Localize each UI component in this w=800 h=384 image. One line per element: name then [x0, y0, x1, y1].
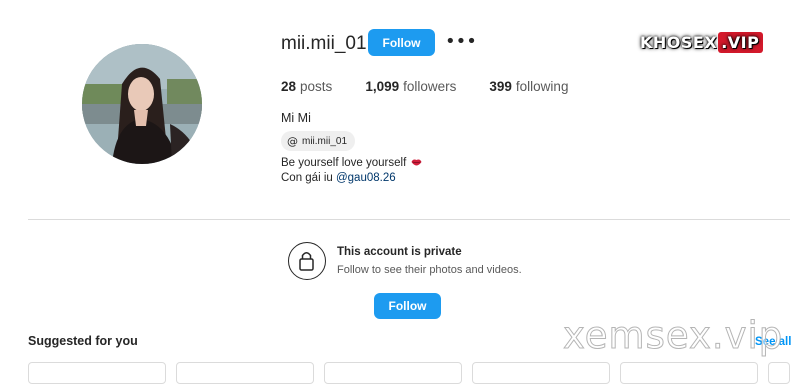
watermark-text: KHOSEX [640, 32, 718, 52]
watermark-bottom: xemsex.vip [562, 314, 784, 358]
profile-stats: 28 posts 1,099 followers 399 following [281, 79, 601, 94]
profile-avatar[interactable] [82, 44, 202, 164]
lock-icon [288, 242, 326, 280]
private-title: This account is private [337, 246, 462, 258]
following-link[interactable]: 399 following [489, 79, 568, 94]
profile-full-name: Mi Mi [281, 111, 311, 125]
bio-line-2: Con gái iu @gau08.26 [281, 172, 396, 184]
section-divider [28, 219, 790, 220]
following-label: following [515, 79, 569, 94]
bio-line-1: Be yourself love yourself [281, 157, 422, 169]
suggested-card[interactable] [620, 362, 758, 384]
bio-mention-link[interactable]: @gau08.26 [336, 172, 396, 184]
follow-button-secondary[interactable]: Follow [374, 293, 441, 319]
posts-value: 28 [281, 79, 297, 94]
suggested-card[interactable] [28, 362, 166, 384]
followers-link[interactable]: 1,099 followers [365, 79, 456, 94]
suggested-title: Suggested for you [28, 334, 138, 348]
lips-emoji-icon [411, 157, 422, 169]
threads-handle: mii.mii_01 [302, 135, 348, 147]
profile-username: mii.mii_01 [281, 33, 367, 54]
suggested-card[interactable] [324, 362, 462, 384]
bio-text-1: Be yourself love yourself [281, 157, 407, 169]
bio-text-2: Con gái iu [281, 172, 336, 184]
suggested-card[interactable] [768, 362, 790, 384]
threads-icon: @ [287, 134, 298, 148]
followers-label: followers [403, 79, 457, 94]
watermark-logo: KHOSEX .VIP [640, 28, 764, 56]
suggested-card[interactable] [176, 362, 314, 384]
posts-count: 28 posts [281, 79, 332, 94]
threads-badge[interactable]: @ mii.mii_01 [281, 131, 356, 151]
posts-label: posts [300, 79, 333, 94]
following-value: 399 [489, 79, 512, 94]
profile-photo [82, 44, 202, 164]
private-subtitle: Follow to see their photos and videos. [337, 264, 522, 276]
suggested-card[interactable] [472, 362, 610, 384]
watermark-vip: .VIP [718, 31, 764, 53]
more-options-icon[interactable]: ••• [445, 33, 477, 51]
followers-value: 1,099 [365, 79, 400, 94]
follow-button[interactable]: Follow [368, 29, 435, 56]
